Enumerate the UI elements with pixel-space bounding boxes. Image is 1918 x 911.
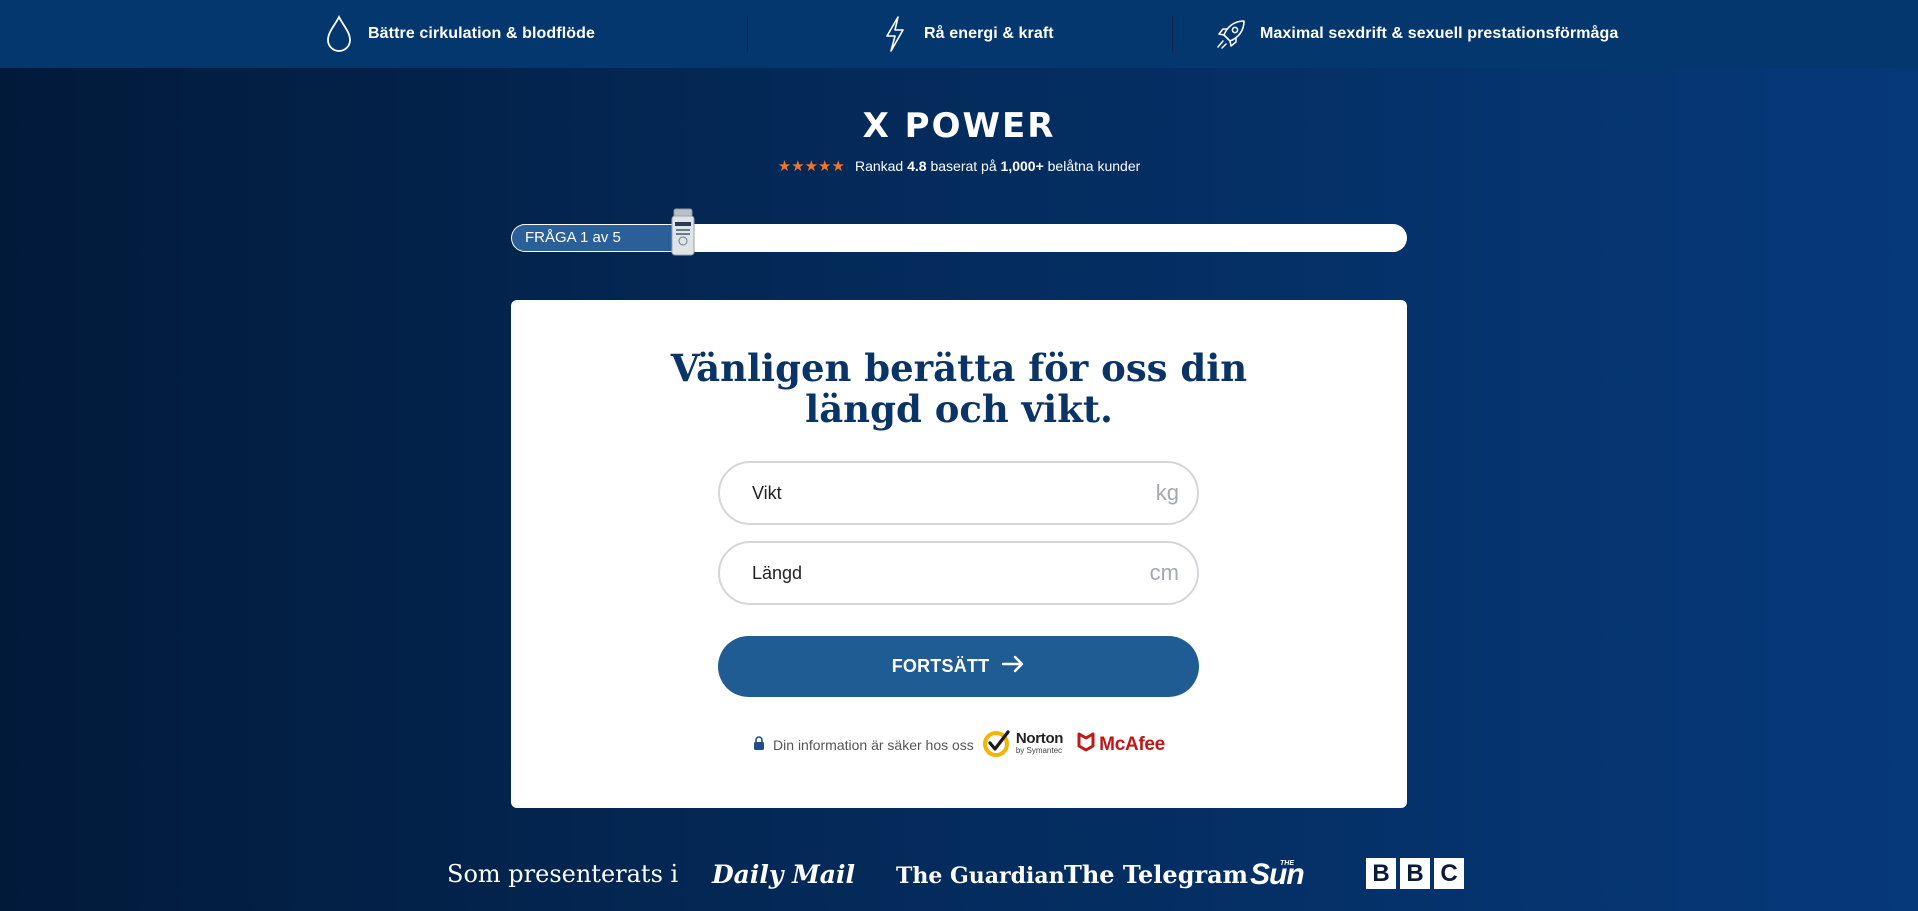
daily-mail-logo: Daily Mail [712, 860, 855, 889]
rating-text: Rankad 4.8 baserat på 1,000+ belåtna kun… [855, 158, 1140, 174]
continue-button[interactable]: FORTSÄTT [718, 636, 1199, 697]
mcafee-shield-icon [1077, 732, 1095, 758]
quiz-progress-bar: FRÅGA 1 av 5 [511, 224, 1407, 252]
telegram-logo: The Telegram [1064, 860, 1249, 889]
rocket-icon [1214, 14, 1248, 54]
rating-middle: baserat på [930, 158, 997, 174]
sun-logo: THE Sun [1250, 858, 1305, 892]
weight-field[interactable]: Vikt kg [718, 461, 1199, 525]
sun-name: Sun [1250, 858, 1305, 891]
progress-label: FRÅGA 1 av 5 [525, 229, 621, 246]
sun-small: THE [1280, 860, 1294, 867]
benefit-circulation: Bättre cirkulation & blodflöde [322, 0, 595, 68]
arrow-right-icon [1001, 655, 1025, 678]
norton-badge: Norton by Symantec [982, 728, 1063, 761]
rating-score: 4.8 [907, 158, 927, 174]
bottle-icon [670, 208, 696, 256]
continue-label: FORTSÄTT [891, 656, 990, 676]
benefit-divider [747, 16, 748, 52]
question-line-2: längd och vikt. [805, 387, 1113, 431]
rating-prefix: Rankad [854, 158, 904, 174]
weight-placeholder: Vikt [752, 482, 782, 503]
bbc-letter: B [1366, 858, 1396, 889]
lock-icon [753, 736, 765, 753]
guardian-logo: The Guardian [896, 863, 1065, 889]
benefits-bar: Bättre cirkulation & blodflöde Rå energi… [0, 0, 1918, 68]
question-heading: Vänligen berätta för oss din längd och v… [511, 348, 1407, 430]
security-note: Din information är säker hos oss Norton … [511, 728, 1407, 761]
benefit-label: Rå energi & kraft [924, 25, 1054, 42]
height-placeholder: Längd [752, 562, 803, 583]
brand-logo: X POWER [862, 106, 1056, 146]
droplet-icon [322, 14, 356, 54]
bbc-letter: C [1434, 858, 1464, 889]
featured-lead: Som presenterats i [447, 860, 679, 888]
security-text: Din information är säker hos oss [773, 736, 974, 753]
norton-check-icon [982, 728, 1012, 761]
rating-summary: ★★★★★ Rankad 4.8 baserat på 1,000+ belåt… [0, 157, 1918, 175]
question-line-1: Vänligen berätta för oss din [670, 346, 1248, 390]
rating-stars: ★★★★★ [777, 158, 845, 175]
benefit-performance: Maximal sexdrift & sexuell prestationsfö… [1214, 0, 1618, 68]
rating-suffix: belåtna kunder [1047, 158, 1141, 174]
lightning-icon [878, 14, 912, 54]
mcafee-badge: McAfee [1077, 732, 1165, 758]
benefit-label: Bättre cirkulation & blodflöde [368, 25, 596, 42]
norton-sub: by Symantec [1015, 745, 1063, 755]
height-field[interactable]: Längd cm [718, 541, 1199, 605]
benefit-label: Maximal sexdrift & sexuell prestationsfö… [1260, 25, 1619, 42]
norton-name: Norton [1015, 729, 1064, 747]
rating-count: 1,000+ [1000, 158, 1044, 174]
weight-unit: kg [1155, 480, 1179, 505]
benefit-divider [1172, 16, 1173, 52]
mcafee-name: McAfee [1099, 733, 1165, 755]
height-unit: cm [1149, 560, 1179, 585]
featured-in-bar: Som presenterats i Daily Mail The Guardi… [0, 858, 1918, 892]
bbc-letter: B [1400, 858, 1430, 889]
benefit-energy: Rå energi & kraft [878, 0, 1054, 68]
quiz-card: Vänligen berätta för oss din längd och v… [511, 300, 1407, 808]
bbc-logo: B B C [1366, 858, 1464, 889]
